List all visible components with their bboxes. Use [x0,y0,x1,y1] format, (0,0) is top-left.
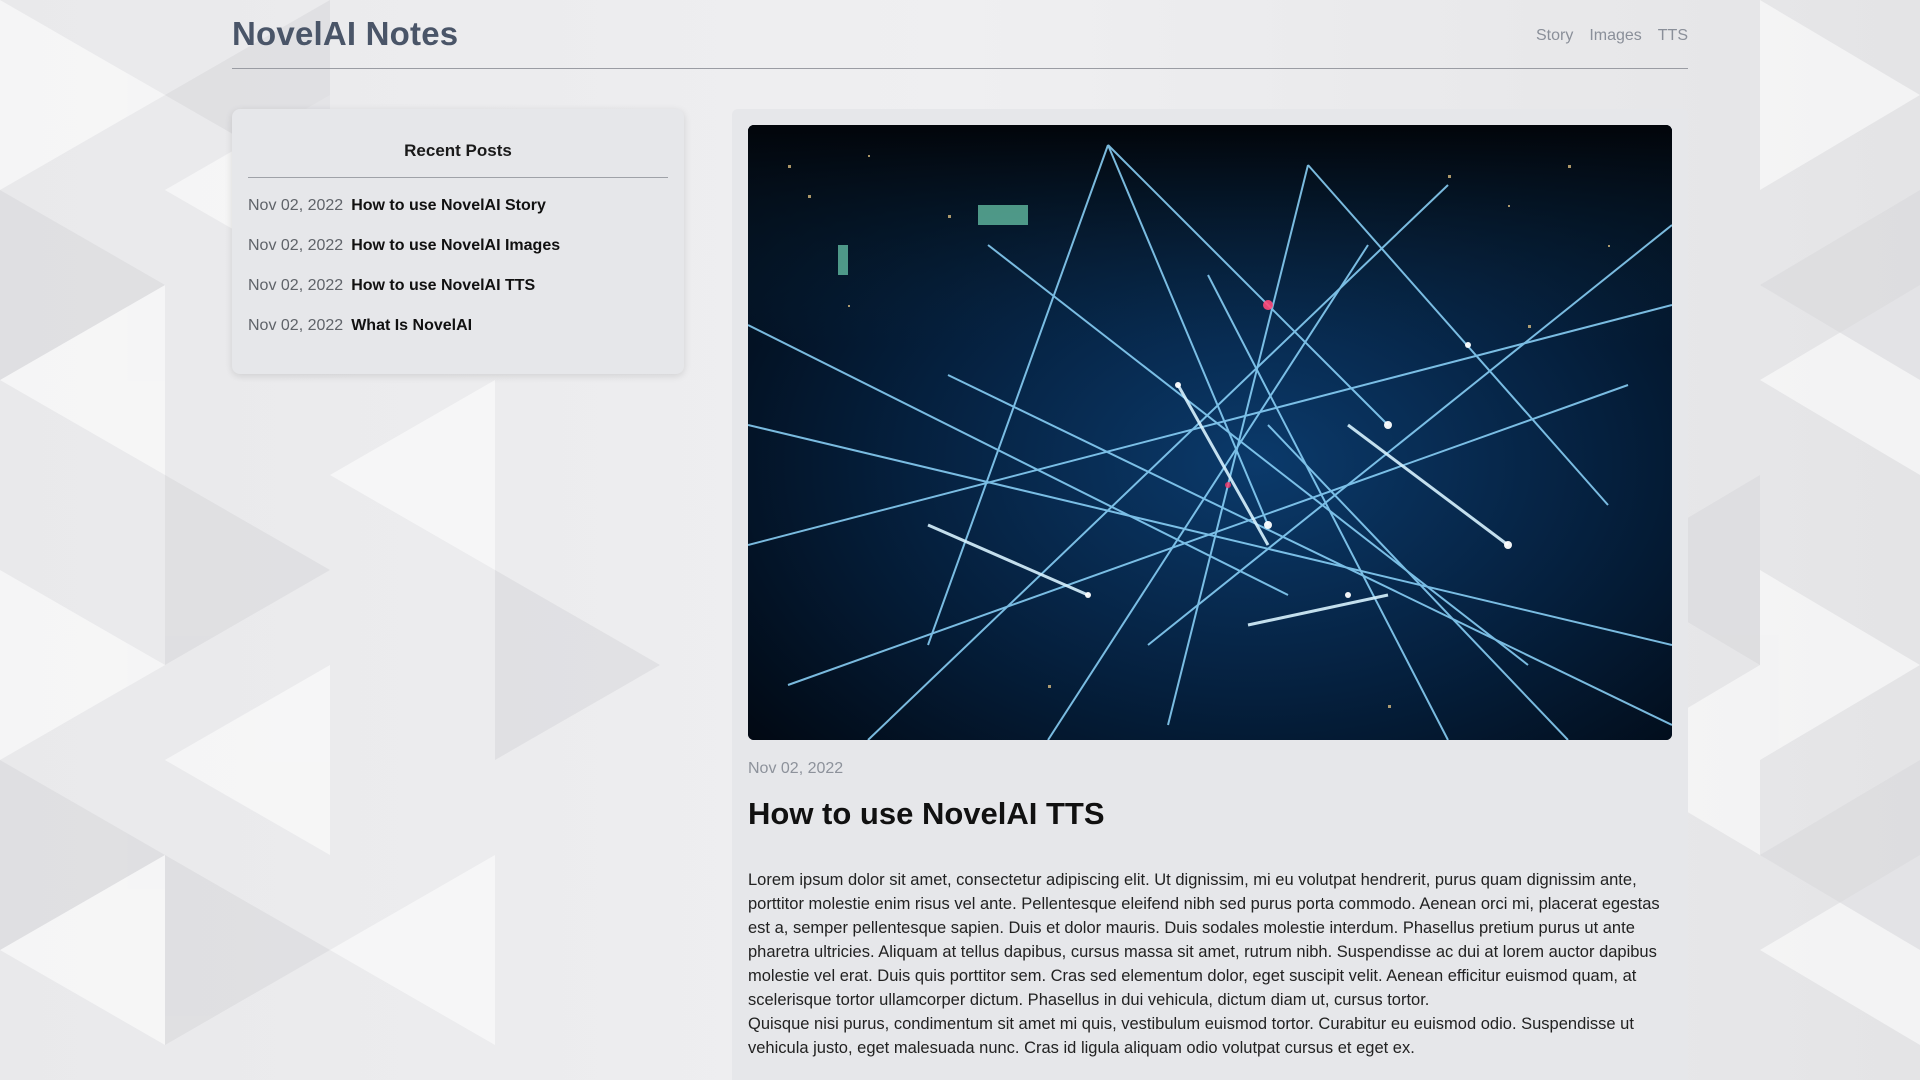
top-nav: Story Images TTS [1536,23,1688,45]
recent-posts-list: Nov 02, 2022 How to use NovelAI Story No… [248,192,668,352]
site-title[interactable]: NovelAI Notes [232,15,458,53]
post-date: Nov 02, 2022 [248,317,344,334]
post-link[interactable]: How to use NovelAI TTS [351,272,535,300]
article-paragraph: Quisque nisi purus, condimentum sit amet… [748,1015,1634,1057]
article-hero-image [748,125,1672,740]
nav-link-story[interactable]: Story [1536,27,1573,45]
recent-post-item[interactable]: Nov 02, 2022 What Is NovelAI [248,312,668,352]
article-card: Nov 02, 2022 How to use NovelAI TTS Lore… [732,109,1688,1080]
main-content: Recent Posts Nov 02, 2022 How to use Nov… [232,109,1688,1080]
post-date: Nov 02, 2022 [248,277,344,294]
recent-post-item[interactable]: Nov 02, 2022 How to use NovelAI Story [248,192,668,232]
recent-posts-panel: Recent Posts Nov 02, 2022 How to use Nov… [232,109,684,374]
post-date: Nov 02, 2022 [248,237,344,254]
recent-post-item[interactable]: Nov 02, 2022 How to use NovelAI Images [248,232,668,272]
site-header: NovelAI Notes Story Images TTS [232,0,1688,69]
recent-posts-title: Recent Posts [248,127,668,178]
post-link[interactable]: How to use NovelAI Images [351,232,560,260]
page-container: NovelAI Notes Story Images TTS Recent Po… [232,0,1688,1080]
article-paragraph: Lorem ipsum dolor sit amet, consectetur … [748,871,1660,1009]
recent-post-item[interactable]: Nov 02, 2022 How to use NovelAI TTS [248,272,668,312]
article-body: Lorem ipsum dolor sit amet, consectetur … [748,868,1672,1060]
post-date: Nov 02, 2022 [248,197,344,214]
article-title: How to use NovelAI TTS [748,796,1105,831]
post-link[interactable]: How to use NovelAI Story [351,192,546,220]
article-date: Nov 02, 2022 [748,760,844,777]
nav-link-images[interactable]: Images [1589,27,1641,45]
post-link[interactable]: What Is NovelAI [351,312,472,340]
nav-link-tts[interactable]: TTS [1658,27,1688,45]
